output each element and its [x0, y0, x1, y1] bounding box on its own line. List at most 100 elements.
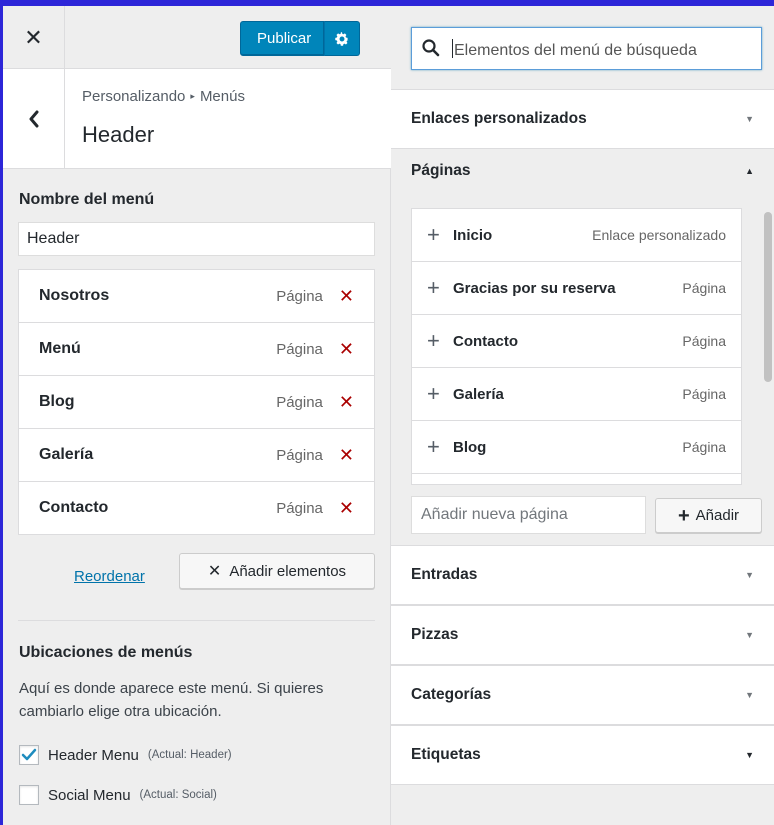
available-items-panel: Elementos del menú de búsqueda Enlaces p…: [391, 6, 774, 825]
page-item-type: Página: [682, 439, 726, 455]
accordion-title: Pizzas: [411, 626, 459, 643]
customizer-header: ✕ Publicar: [3, 6, 391, 69]
accordion-pages[interactable]: Páginas ▲: [391, 149, 774, 209]
menu-item-type: Página: [276, 499, 323, 517]
caret-down-icon: ▼: [745, 114, 754, 124]
section-header: Personalizando ▸ Menús Header: [3, 69, 391, 169]
menu-item[interactable]: Galería Página ✕: [18, 428, 375, 482]
section-title: Header: [82, 122, 155, 147]
available-page-item[interactable]: + Gracias por su reserva Página: [412, 262, 741, 315]
accordion-section[interactable]: Entradas ▼: [391, 545, 774, 605]
caret-down-icon: ▼: [745, 570, 754, 580]
available-page-item[interactable]: + Contacto Página: [412, 315, 741, 368]
divider: [18, 620, 375, 621]
menu-item[interactable]: Blog Página ✕: [18, 375, 375, 429]
plus-icon: +: [427, 381, 440, 406]
available-page-item[interactable]: + Galería Página: [412, 368, 741, 421]
menu-name-field[interactable]: Header: [18, 222, 375, 256]
remove-icon[interactable]: ✕: [339, 445, 354, 466]
publish-button[interactable]: Publicar: [240, 21, 325, 56]
page-item-title: Contacto: [453, 332, 518, 350]
menu-locations-title: Ubicaciones de menús: [19, 644, 193, 661]
breadcrumb: Personalizando ▸ Menús: [82, 88, 245, 105]
location-label: Social Menu: [48, 786, 131, 804]
remove-icon[interactable]: ✕: [339, 498, 354, 519]
reorder-link[interactable]: Reordenar: [74, 568, 145, 585]
location-checkbox[interactable]: [19, 785, 39, 805]
location-current: (Actual: Social): [139, 789, 217, 801]
plus-icon: +: [427, 434, 440, 459]
close-icon[interactable]: ✕: [3, 6, 65, 69]
close-icon: ✕: [207, 563, 222, 580]
menu-item[interactable]: Contacto Página ✕: [18, 481, 375, 535]
menu-item-title: Menú: [39, 340, 81, 357]
plus-icon: +: [427, 275, 440, 300]
menu-item-type: Página: [276, 446, 323, 464]
plus-icon: +: [677, 504, 690, 527]
accordion-section[interactable]: Categorías ▼: [391, 665, 774, 725]
menu-item-type: Página: [276, 340, 323, 358]
page-item-title: Gracias por su reserva: [453, 279, 616, 297]
accordion-title: Entradas: [411, 566, 478, 583]
page-item-title: Inicio: [453, 226, 493, 244]
accordion-title: Etiquetas: [411, 746, 481, 763]
location-checkbox[interactable]: [19, 745, 39, 765]
menu-item-title: Blog: [39, 393, 75, 410]
accordion-section[interactable]: Etiquetas ▼: [391, 725, 774, 785]
menu-edit-panel: ✕ Publicar Personalizando ▸ Menús Header…: [3, 6, 391, 825]
back-arrow-icon[interactable]: [3, 69, 65, 169]
menu-item-title: Galería: [39, 446, 94, 463]
plus-icon: +: [427, 328, 440, 353]
publish-group: Publicar: [240, 21, 361, 56]
available-page-item[interactable]: + Inicio Enlace personalizado: [412, 209, 741, 262]
search-placeholder: Elementos del menú de búsqueda: [454, 42, 697, 59]
add-items-button[interactable]: ✕ Añadir elementos: [179, 553, 375, 589]
menu-item-type: Página: [276, 287, 323, 305]
menu-items-search[interactable]: Elementos del menú de búsqueda: [411, 27, 762, 70]
location-label: Header Menu: [48, 746, 139, 764]
gear-icon[interactable]: [324, 21, 361, 56]
menu-item-title: Nosotros: [39, 287, 110, 304]
location-option-header[interactable]: Header Menu (Actual: Header): [19, 745, 232, 765]
menu-item-type: Página: [276, 393, 323, 411]
scrollbar[interactable]: [762, 208, 774, 485]
available-page-item[interactable]: + Blog Página: [412, 421, 741, 474]
caret-down-icon: ▼: [745, 630, 754, 640]
page-item-title: Galería: [453, 385, 504, 403]
menu-items-list: Nosotros Página ✕ Menú Página ✕ Blog Página ✕ Gal…: [18, 269, 375, 535]
scrollbar-thumb[interactable]: [764, 212, 772, 382]
new-page-input[interactable]: Añadir nueva página: [411, 496, 646, 534]
pages-list: + Inicio Enlace personalizado + Gracias por …: [411, 208, 742, 485]
accordion-title: Páginas: [411, 162, 471, 179]
menu-item[interactable]: Nosotros Página ✕: [18, 269, 375, 323]
accordion-title: Enlaces personalizados: [411, 110, 587, 127]
menu-name-label: Nombre del menú: [19, 191, 155, 208]
page-item-type: Página: [682, 333, 726, 349]
accordion-custom-links[interactable]: Enlaces personalizados ▼: [391, 89, 774, 149]
page-item-title: Blog: [453, 438, 487, 456]
menu-item[interactable]: Menú Página ✕: [18, 322, 375, 376]
triangle-right-icon: ▸: [190, 91, 195, 101]
menu-locations-description: Aquí es donde aparece este menú. Si quie…: [19, 680, 324, 720]
page-item-type: Página: [682, 280, 726, 296]
plus-icon: +: [427, 222, 440, 247]
location-option-social[interactable]: Social Menu (Actual: Social): [19, 785, 217, 805]
menu-item-title: Contacto: [39, 499, 109, 516]
accordion-section[interactable]: Pizzas ▼: [391, 605, 774, 665]
remove-icon[interactable]: ✕: [339, 339, 354, 360]
remove-icon[interactable]: ✕: [339, 286, 354, 307]
page-item-type: Enlace personalizado: [592, 227, 726, 243]
breadcrumb-root: Personalizando: [82, 88, 186, 105]
caret-down-icon: ▼: [745, 690, 754, 700]
add-items-label: Añadir elementos: [229, 562, 347, 580]
search-icon: [422, 39, 440, 57]
caret-up-icon: ▲: [745, 166, 754, 176]
breadcrumb-child: Menús: [199, 88, 245, 105]
remove-icon[interactable]: ✕: [339, 392, 354, 413]
customizer-window: ✕ Publicar Personalizando ▸ Menús Header…: [3, 6, 774, 825]
location-current: (Actual: Header): [147, 749, 232, 761]
page-item-type: Página: [682, 386, 726, 402]
accordion-title: Categorías: [411, 686, 492, 703]
add-page-button[interactable]: + Añadir: [655, 498, 762, 533]
add-page-label: Añadir: [695, 507, 740, 524]
